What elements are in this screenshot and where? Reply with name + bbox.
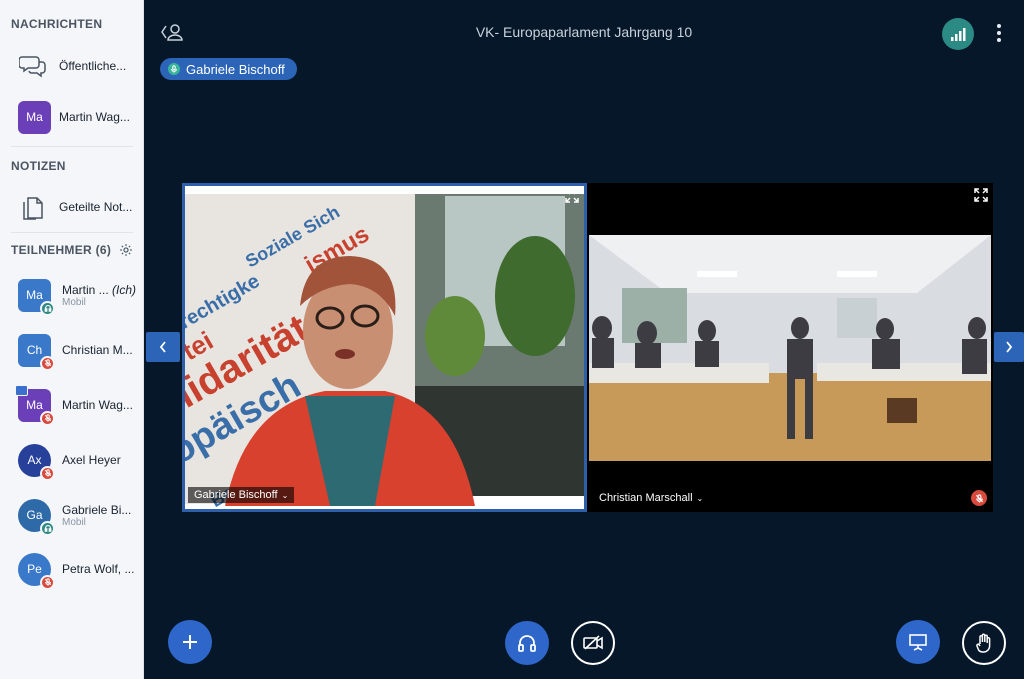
chevron-down-icon: ⌄	[696, 493, 704, 503]
audio-button[interactable]	[505, 621, 549, 665]
participant-item[interactable]: Ma Martin Wag...	[0, 384, 143, 426]
participant-item[interactable]: Ax Axel Heyer	[0, 441, 143, 481]
divider	[11, 146, 133, 147]
participant-name: Petra Wolf, ...	[62, 562, 135, 576]
muted-mic-icon	[40, 574, 55, 590]
listen-only-icon	[40, 300, 55, 316]
participant-item[interactable]: Ma Martin ... (Ich) Mobil	[0, 276, 143, 316]
raise-hand-button[interactable]	[962, 621, 1006, 665]
private-chat-item[interactable]: Ma Martin Wag...	[0, 98, 143, 136]
mic-icon	[168, 63, 180, 75]
avatar: Ax	[18, 443, 55, 481]
listen-only-icon	[40, 520, 55, 536]
shared-notes-item[interactable]: Geteilte Not...	[0, 188, 143, 226]
presentation-button[interactable]	[896, 620, 940, 664]
participant-info: Gabriele Bi... Mobil	[62, 503, 142, 528]
video-tile-christian[interactable]: Christian Marschall ⌄	[587, 183, 993, 512]
fullscreen-icon[interactable]	[564, 188, 580, 204]
actions-button[interactable]	[168, 620, 212, 664]
next-page-button[interactable]	[994, 332, 1024, 362]
video-tile-gabriele[interactable]: ragerechtigke partei olidarität opäisch …	[182, 183, 587, 512]
participant-item[interactable]: Ga Gabriele Bi... Mobil	[0, 496, 143, 536]
muted-mic-icon	[40, 465, 55, 481]
participant-info: Martin ... (Ich) Mobil	[62, 283, 142, 308]
main-area: VK- Europaparlament Jahrgang 10 Gabriele…	[144, 0, 1024, 679]
participant-device: Mobil	[62, 516, 86, 528]
hand-icon	[976, 633, 991, 653]
gear-icon[interactable]	[119, 243, 133, 257]
participants-header: TEILNEHMER (6)	[0, 240, 143, 260]
previous-page-button[interactable]	[146, 332, 180, 362]
avatar: Ch	[18, 333, 55, 371]
messages-header: NACHRICHTEN	[11, 17, 103, 31]
webcam-feed	[587, 183, 993, 512]
video-off-icon	[583, 635, 603, 650]
sidebar: NACHRICHTEN Öffentliche... Ma Martin Wag…	[0, 0, 144, 679]
avatar: Ma	[18, 100, 51, 134]
participant-item[interactable]: Pe Petra Wolf, ...	[0, 550, 143, 590]
private-chat-label: Martin Wag...	[59, 110, 130, 124]
public-chat-item[interactable]: Öffentliche...	[0, 46, 143, 86]
meeting-title: VK- Europaparlament Jahrgang 10	[475, 24, 693, 40]
video-name-label[interactable]: Christian Marschall ⌄	[593, 490, 709, 506]
muted-mic-icon	[971, 490, 987, 506]
participant-name: Martin ... (Ich)	[62, 282, 137, 297]
connection-status-icon[interactable]	[942, 18, 974, 50]
divider	[11, 232, 133, 233]
avatar: Ma	[18, 278, 55, 316]
presentation-icon	[909, 634, 927, 651]
avatar: Ga	[18, 498, 55, 536]
notes-header: NOTIZEN	[11, 159, 66, 173]
participant-item[interactable]: Ch Christian M...	[0, 331, 143, 371]
avatar: Pe	[18, 552, 55, 590]
presenter-icon	[15, 384, 28, 396]
chevron-left-icon	[159, 341, 166, 353]
participant-device: Mobil	[62, 296, 86, 308]
participant-name: Gabriele Bi...	[62, 502, 132, 517]
talking-indicator[interactable]: Gabriele Bischoff	[160, 58, 297, 80]
plus-icon	[183, 635, 197, 649]
muted-mic-icon	[40, 410, 55, 426]
webcam-feed: ragerechtigke partei olidarität opäisch …	[185, 186, 584, 509]
fullscreen-icon[interactable]	[973, 187, 989, 203]
headphones-icon	[518, 635, 536, 652]
chat-icon	[16, 50, 49, 83]
video-toggle-button[interactable]	[571, 621, 615, 665]
muted-mic-icon	[40, 355, 55, 371]
participant-name: Martin Wag...	[62, 398, 133, 412]
participant-name: Axel Heyer	[62, 453, 121, 467]
participant-name: Christian M...	[62, 343, 133, 357]
chevron-right-icon	[1006, 341, 1013, 353]
chevron-down-icon: ⌄	[281, 490, 289, 500]
talking-name: Gabriele Bischoff	[186, 61, 285, 77]
shared-notes-label: Geteilte Not...	[59, 200, 133, 214]
document-icon	[16, 191, 49, 224]
avatar: Ma	[15, 384, 55, 426]
video-name-label[interactable]: Gabriele Bischoff ⌄	[188, 487, 295, 503]
options-menu-icon[interactable]	[996, 24, 1002, 42]
public-chat-label: Öffentliche...	[59, 59, 127, 73]
